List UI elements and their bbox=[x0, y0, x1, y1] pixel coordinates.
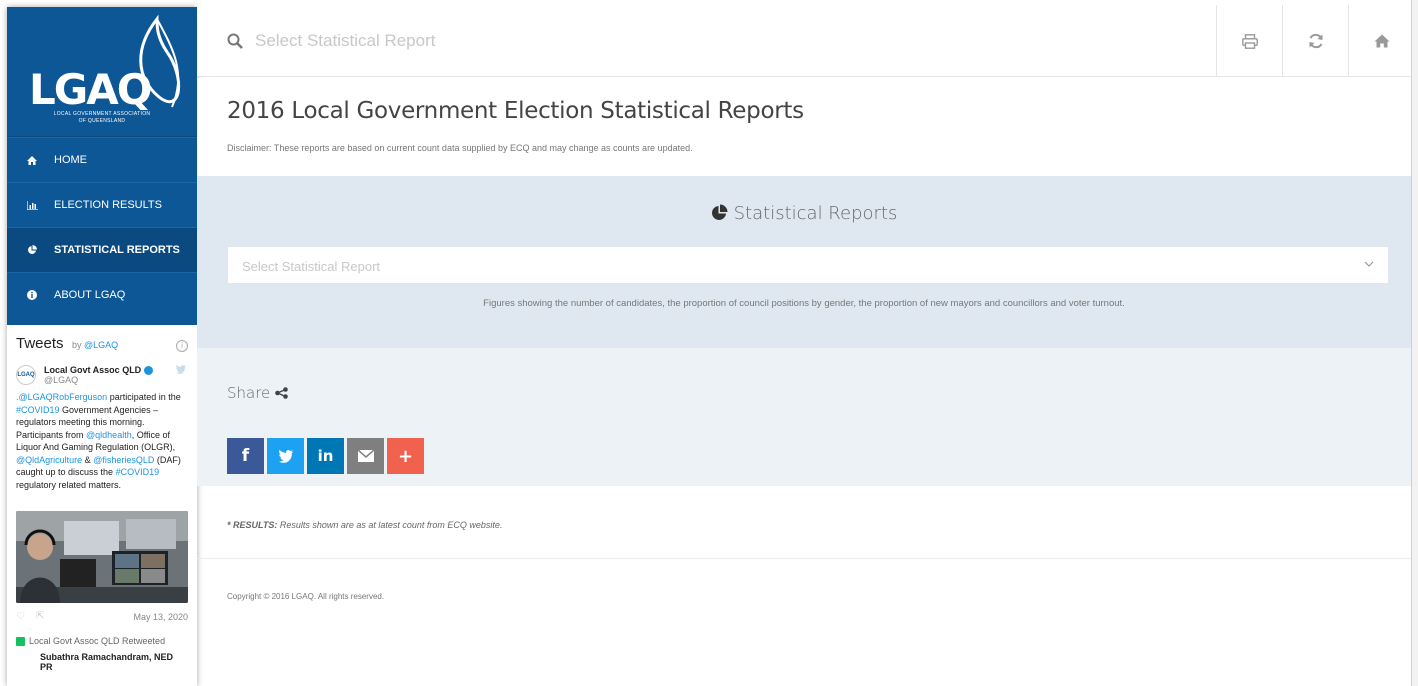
facebook-icon: f bbox=[241, 446, 250, 466]
search-icon bbox=[227, 33, 243, 49]
tweets-title: Tweets bbox=[16, 335, 64, 352]
print-icon bbox=[1241, 33, 1258, 49]
sidebar-nav: HOME ELECTION RESULTS STATISTICAL REPORT… bbox=[7, 137, 197, 325]
tweet-text: regulatory related matters. bbox=[16, 479, 122, 490]
page-header: 2016 Local Government Election Statistic… bbox=[197, 78, 1411, 176]
disclaimer: Disclaimer: These reports are based on c… bbox=[227, 143, 693, 153]
heart-icon[interactable]: ♡ bbox=[16, 611, 25, 622]
twitter-bird-icon[interactable] bbox=[176, 365, 186, 376]
sidebar-item-home[interactable]: HOME bbox=[7, 137, 197, 182]
tweet-author-handle: @LGAQ bbox=[44, 375, 79, 386]
logo-subtitle-2: OF QUEENSLAND bbox=[78, 118, 126, 124]
statistical-reports-panel: Statistical Reports Select Statistical R… bbox=[197, 176, 1411, 348]
share-panel: Share f in + bbox=[197, 348, 1411, 486]
tweet-link[interactable]: @fisheriesQLD bbox=[93, 455, 154, 465]
report-select[interactable]: Select Statistical Report bbox=[227, 246, 1389, 284]
share-icon bbox=[275, 387, 288, 399]
sidebar-item-label: ABOUT LGAQ bbox=[54, 289, 126, 301]
tweet-text: & bbox=[82, 454, 94, 465]
tweet-author-name: Local Govt Assoc QLD bbox=[44, 365, 154, 376]
reports-title: Statistical Reports bbox=[197, 203, 1411, 224]
linkedin-icon: in bbox=[317, 447, 334, 465]
retweet-icon bbox=[16, 636, 25, 646]
results-note: * RESULTS: Results shown are as at lates… bbox=[227, 520, 502, 530]
tweets-by: by @LGAQ bbox=[72, 340, 118, 350]
tweet-date[interactable]: May 13, 2020 bbox=[133, 612, 188, 622]
reports-description: Figures showing the number of candidates… bbox=[483, 298, 1125, 309]
logo-text: LGAQ bbox=[29, 65, 152, 114]
avatar[interactable]: LGAQ bbox=[16, 365, 36, 385]
bar-chart-icon bbox=[24, 200, 40, 210]
sidebar-item-label: HOME bbox=[54, 154, 87, 166]
sidebar-item-label: STATISTICAL REPORTS bbox=[54, 244, 180, 256]
main-content: 2016 Local Government Election Statistic… bbox=[197, 0, 1418, 686]
verified-icon bbox=[144, 366, 154, 376]
tweets-by-text: by bbox=[71, 340, 82, 350]
home-icon bbox=[24, 155, 40, 165]
refresh-icon bbox=[1309, 33, 1322, 49]
retweet-text: Local Govt Assoc QLD Retweeted bbox=[29, 636, 166, 647]
next-tweet-author[interactable]: Subathra Ramachandram, NED PR bbox=[16, 652, 188, 672]
home-button[interactable] bbox=[1348, 5, 1414, 77]
share-buttons: f in + bbox=[227, 438, 424, 474]
sidebar-item-election-results[interactable]: ELECTION RESULTS bbox=[7, 182, 197, 227]
tweet-link[interactable]: @qldhealth bbox=[86, 430, 132, 440]
tweet-photo-image bbox=[16, 511, 188, 604]
results-note-label: * RESULTS: bbox=[227, 520, 278, 530]
pie-chart-icon bbox=[711, 204, 728, 220]
results-note-text: Results shown are as at latest count fro… bbox=[277, 520, 503, 530]
page-title: 2016 Local Government Election Statistic… bbox=[227, 98, 804, 124]
email-share-button[interactable] bbox=[347, 438, 384, 474]
share-label-text: Share bbox=[227, 384, 271, 402]
share-label: Share bbox=[227, 384, 288, 402]
tweet-photo[interactable] bbox=[16, 511, 188, 604]
tweet-link[interactable]: #COVID19 bbox=[116, 467, 160, 477]
report-select-placeholder: Select Statistical Report bbox=[242, 259, 381, 274]
tweet-author[interactable]: LGAQ Local Govt Assoc QLD @LGAQ bbox=[16, 365, 188, 385]
copyright: Copyright © 2016 LGAQ. All rights reserv… bbox=[227, 592, 385, 601]
tweet-link[interactable]: @QldAgriculture bbox=[16, 455, 82, 465]
chevron-down-icon bbox=[1364, 261, 1374, 267]
tweet-action-icons: ♡ ⇱ bbox=[16, 611, 44, 622]
scrollbar-edge bbox=[1411, 0, 1418, 686]
divider bbox=[197, 558, 1411, 559]
top-bar bbox=[197, 5, 1411, 77]
linkedin-share-button[interactable]: in bbox=[307, 438, 344, 474]
pie-chart-icon bbox=[24, 245, 40, 255]
sidebar-item-about-lgaq[interactable]: ABOUT LGAQ bbox=[7, 272, 197, 325]
tweet-text: participated in the bbox=[107, 392, 181, 403]
home-icon bbox=[1374, 34, 1389, 48]
info-icon[interactable]: i bbox=[176, 340, 188, 352]
plus-icon: + bbox=[397, 445, 414, 467]
twitter-timeline-header: Tweets by @LGAQ i bbox=[16, 325, 188, 353]
more-share-button[interactable]: + bbox=[387, 438, 424, 474]
tweet-body: .@LGAQRobFerguson participated in the #C… bbox=[16, 391, 188, 491]
tweet-link[interactable]: #COVID19 bbox=[16, 405, 60, 415]
logo[interactable]: LGAQ LOCAL GOVERNMENT ASSOCIATION OF QUE… bbox=[7, 7, 197, 137]
reports-title-text: Statistical Reports bbox=[733, 203, 898, 224]
retweet-label: Local Govt Assoc QLD Retweeted bbox=[16, 636, 188, 646]
tweets-handle-link[interactable]: @LGAQ bbox=[84, 340, 118, 350]
info-icon bbox=[24, 290, 40, 300]
refresh-button[interactable] bbox=[1282, 5, 1348, 77]
sidebar-item-statistical-reports[interactable]: STATISTICAL REPORTS bbox=[7, 227, 197, 272]
tweet-link[interactable]: .@LGAQRobFerguson bbox=[16, 392, 107, 402]
sidebar-item-label: ELECTION RESULTS bbox=[54, 199, 162, 211]
tweet-actions: ♡ ⇱ May 13, 2020 bbox=[16, 611, 188, 622]
sidebar: LGAQ LOCAL GOVERNMENT ASSOCIATION OF QUE… bbox=[7, 7, 197, 686]
logo-subtitle: LOCAL GOVERNMENT ASSOCIATION bbox=[53, 111, 151, 117]
share-icon[interactable]: ⇱ bbox=[36, 611, 44, 622]
search-input[interactable] bbox=[255, 25, 655, 57]
print-button[interactable] bbox=[1216, 5, 1282, 77]
email-icon bbox=[357, 450, 374, 462]
twitter-icon bbox=[278, 449, 293, 463]
twitter-share-button[interactable] bbox=[267, 438, 304, 474]
facebook-share-button[interactable]: f bbox=[227, 438, 264, 474]
twitter-timeline: Tweets by @LGAQ i LGAQ Local Govt Assoc … bbox=[7, 325, 197, 673]
